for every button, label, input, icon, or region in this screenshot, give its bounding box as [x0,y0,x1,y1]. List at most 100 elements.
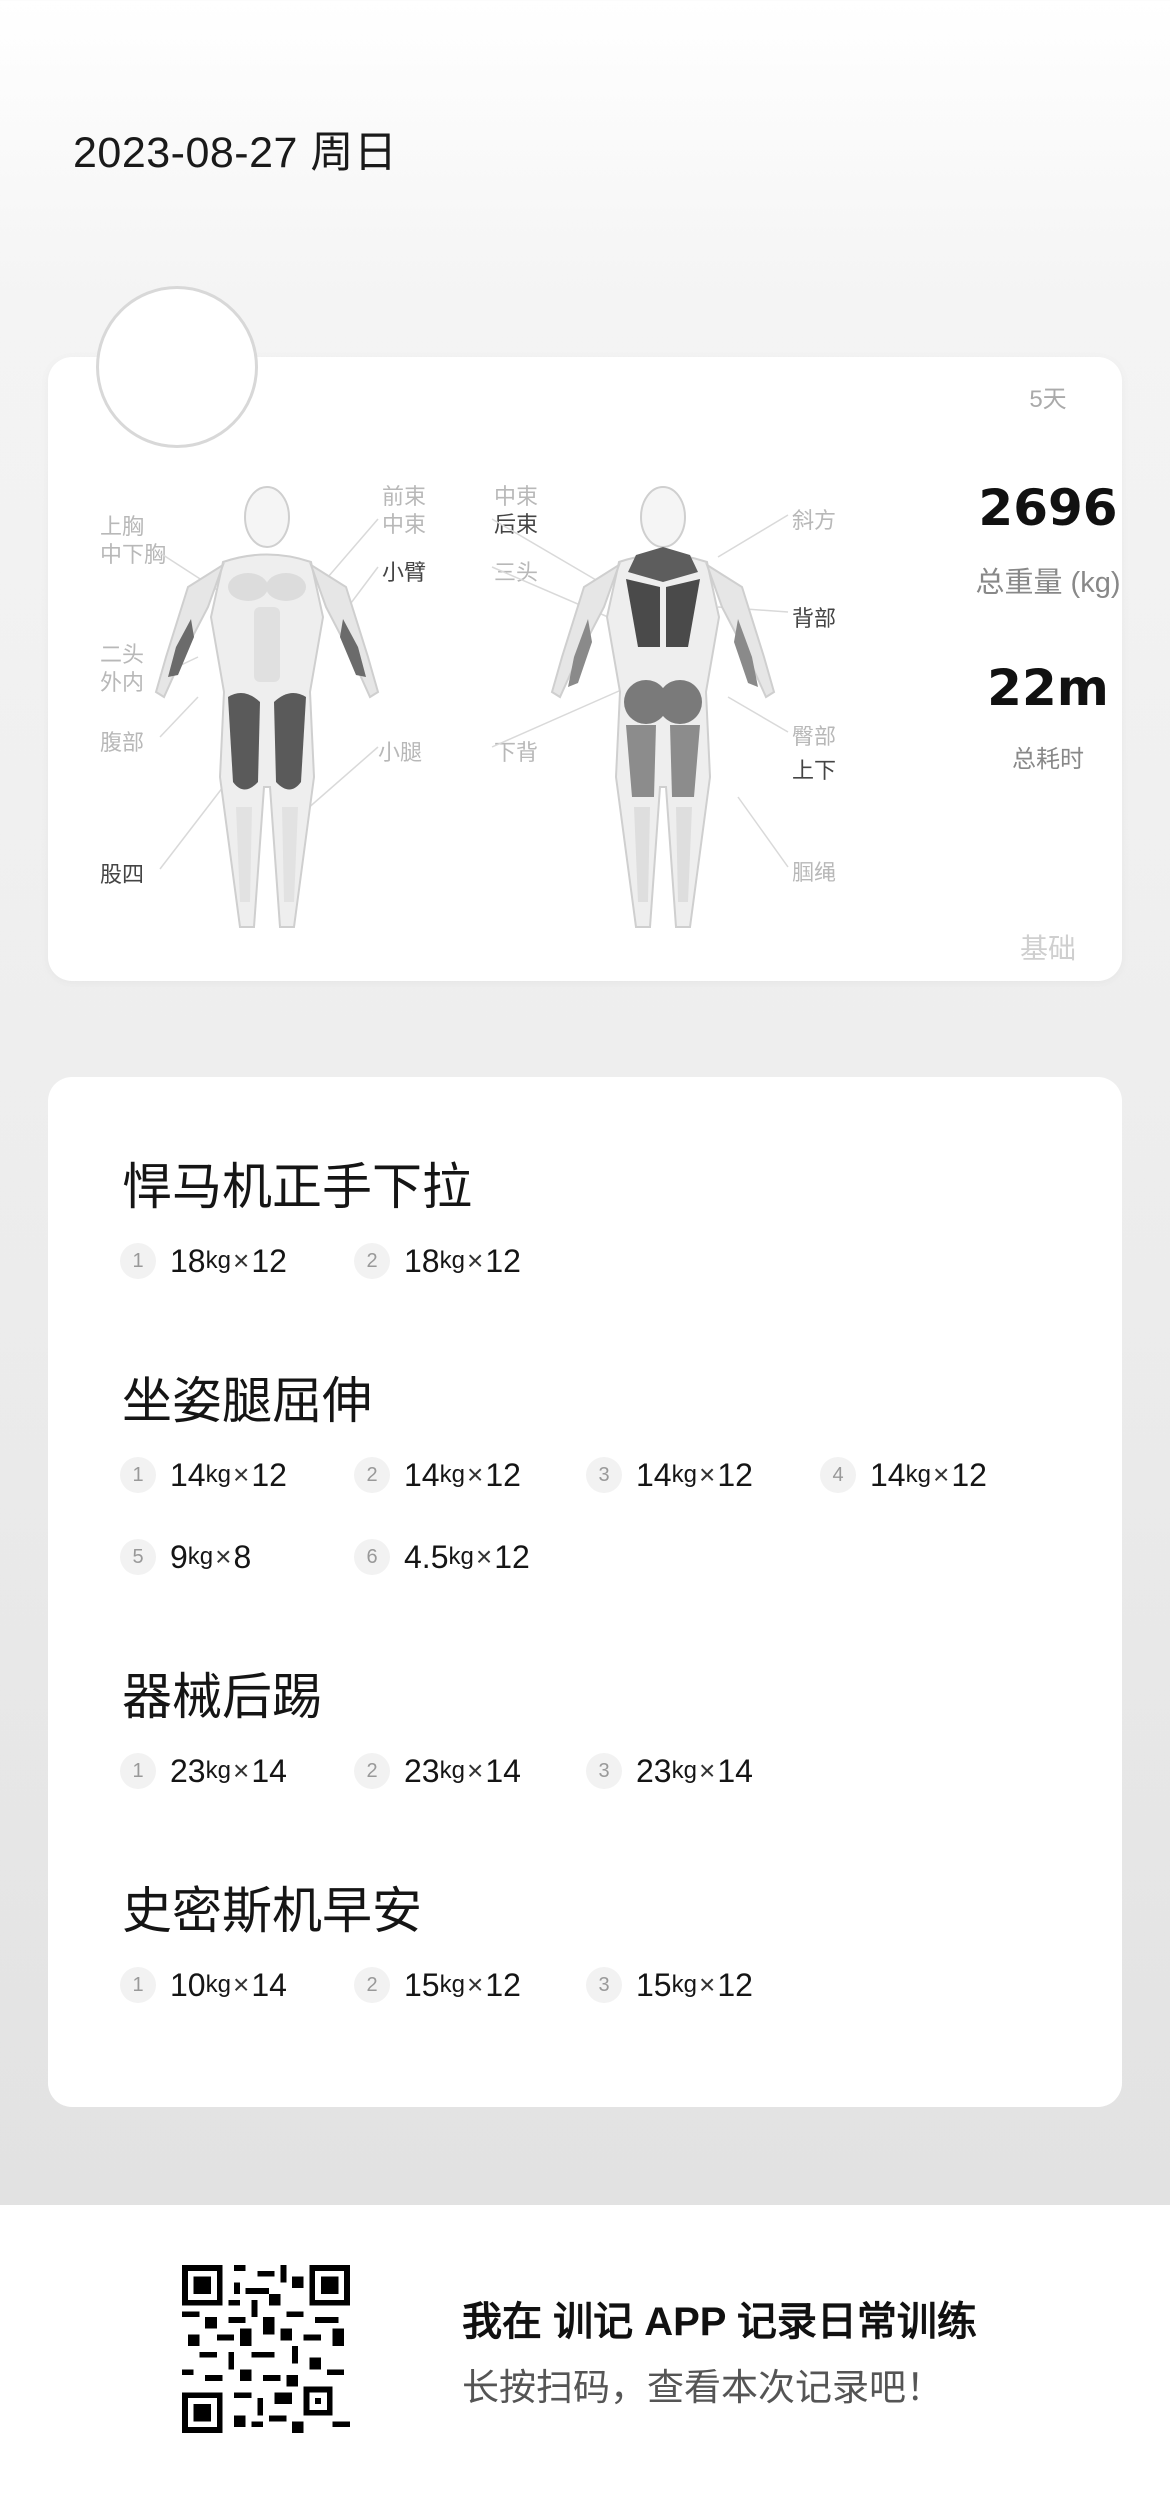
set-reps: 14 [251,1752,287,1789]
set-number: 6 [354,1539,390,1575]
set-number: 1 [120,1967,156,2003]
set-unit: kg [205,1971,231,1998]
set-item: 6 4.5 kg × 12 [354,1535,530,1579]
times-sign: × [232,1459,250,1490]
set-unit: kg [205,1461,231,1488]
set-reps: 14 [485,1752,521,1789]
set-number: 1 [120,1457,156,1493]
set-number: 4 [820,1457,856,1493]
times-sign: × [475,1541,493,1572]
times-sign: × [698,1755,716,1786]
times-sign: × [932,1459,950,1490]
set-reps: 14 [717,1752,753,1789]
set-weight: 9 [170,1538,188,1575]
avatar [96,286,258,448]
set-number: 3 [586,1967,622,2003]
set-weight: 23 [404,1752,440,1789]
set-unit: kg [448,1543,474,1570]
set-number: 2 [354,1457,390,1493]
set-unit: kg [187,1543,214,1570]
set-weight: 10 [170,1966,206,2003]
set-unit: kg [439,1461,465,1488]
share-footer: 我在 训记 APP 记录日常训练 长按扫码，查看本次记录吧！ [0,2205,1170,2495]
times-sign: × [698,1969,716,2000]
set-item: 2 15 kg × 12 [354,1963,521,2007]
set-reps: 12 [485,1966,521,2003]
set-unit: kg [439,1757,465,1784]
times-sign: × [466,1755,484,1786]
set-item: 1 14 kg × 12 [120,1453,287,1497]
set-weight: 14 [170,1456,206,1493]
set-reps: 12 [251,1456,287,1493]
set-number: 2 [354,1753,390,1789]
set-weight: 23 [170,1752,206,1789]
total-time-value: 22m [987,659,1109,717]
exercise-title: 史密斯机早安 [122,1883,422,1939]
times-sign: × [466,1245,484,1276]
set-item: 5 9 kg × 8 [120,1535,251,1579]
set-number: 2 [354,1967,390,2003]
set-unit: kg [439,1971,465,1998]
set-weight: 14 [404,1456,440,1493]
set-unit: kg [671,1757,697,1784]
set-item: 2 18 kg × 12 [354,1239,521,1283]
set-reps: 12 [951,1456,987,1493]
set-unit: kg [205,1247,231,1274]
set-item: 2 14 kg × 12 [354,1453,521,1497]
set-number: 1 [120,1243,156,1279]
back-body-figure [550,486,776,928]
set-weight: 14 [636,1456,672,1493]
set-reps: 12 [717,1966,753,2003]
set-item: 1 10 kg × 14 [120,1963,287,2007]
set-weight: 23 [636,1752,672,1789]
set-item: 3 14 kg × 12 [586,1453,753,1497]
exercise-title: 悍马机正手下拉 [122,1159,472,1215]
set-reps: 8 [233,1538,252,1575]
set-item: 1 18 kg × 12 [120,1239,287,1283]
set-reps: 12 [485,1242,521,1279]
times-sign: × [232,1755,250,1786]
set-unit: kg [905,1461,931,1488]
set-number: 1 [120,1753,156,1789]
times-sign: × [466,1969,484,2000]
set-weight: 15 [404,1966,440,2003]
total-weight-label: 总重量 (kg) [975,567,1121,599]
summary-card: 5天 上胸 中下胸 二头 外内 腹部 股四 前束 中束 小臂 小腿 中束 后束 … [48,357,1122,981]
set-item: 4 14 kg × 12 [820,1453,987,1497]
set-number: 5 [120,1539,156,1575]
set-weight: 18 [170,1242,206,1279]
set-number: 2 [354,1243,390,1279]
set-unit: kg [439,1247,465,1274]
days-label: 5天 [1029,386,1067,413]
set-reps: 14 [251,1966,287,2003]
times-sign: × [698,1459,716,1490]
total-weight-value: 2696 [978,479,1118,537]
set-item: 1 23 kg × 14 [120,1749,287,1793]
times-sign: × [215,1541,232,1572]
set-weight: 14 [870,1456,906,1493]
exercise-list-card: 悍马机正手下拉 1 18 kg × 12 2 18 kg × 12 坐姿腿屈伸 1 14 kg… [48,1077,1122,2107]
times-sign: × [232,1969,250,2000]
set-unit: kg [671,1461,697,1488]
set-unit: kg [671,1971,697,1998]
footer-subtitle: 长按扫码，查看本次记录吧！ [462,2367,943,2408]
exercise-title: 坐姿腿屈伸 [122,1373,372,1429]
set-unit: kg [205,1757,231,1784]
set-weight: 15 [636,1966,672,2003]
set-reps: 12 [485,1456,521,1493]
workout-date: 2023-08-27 周日 [73,129,398,177]
set-number: 3 [586,1753,622,1789]
set-reps: 12 [494,1538,530,1575]
set-reps: 12 [717,1456,753,1493]
set-item: 2 23 kg × 14 [354,1749,521,1793]
set-item: 3 15 kg × 12 [586,1963,753,2007]
times-sign: × [466,1459,484,1490]
set-reps: 12 [251,1242,287,1279]
level-label: 基础 [1019,933,1076,964]
set-weight: 4.5 [404,1538,449,1575]
muscle-map [154,486,789,928]
total-time-label: 总耗时 [1012,746,1084,773]
set-item: 3 23 kg × 14 [586,1749,753,1793]
qr-code-icon[interactable] [182,2265,350,2433]
times-sign: × [232,1245,250,1276]
